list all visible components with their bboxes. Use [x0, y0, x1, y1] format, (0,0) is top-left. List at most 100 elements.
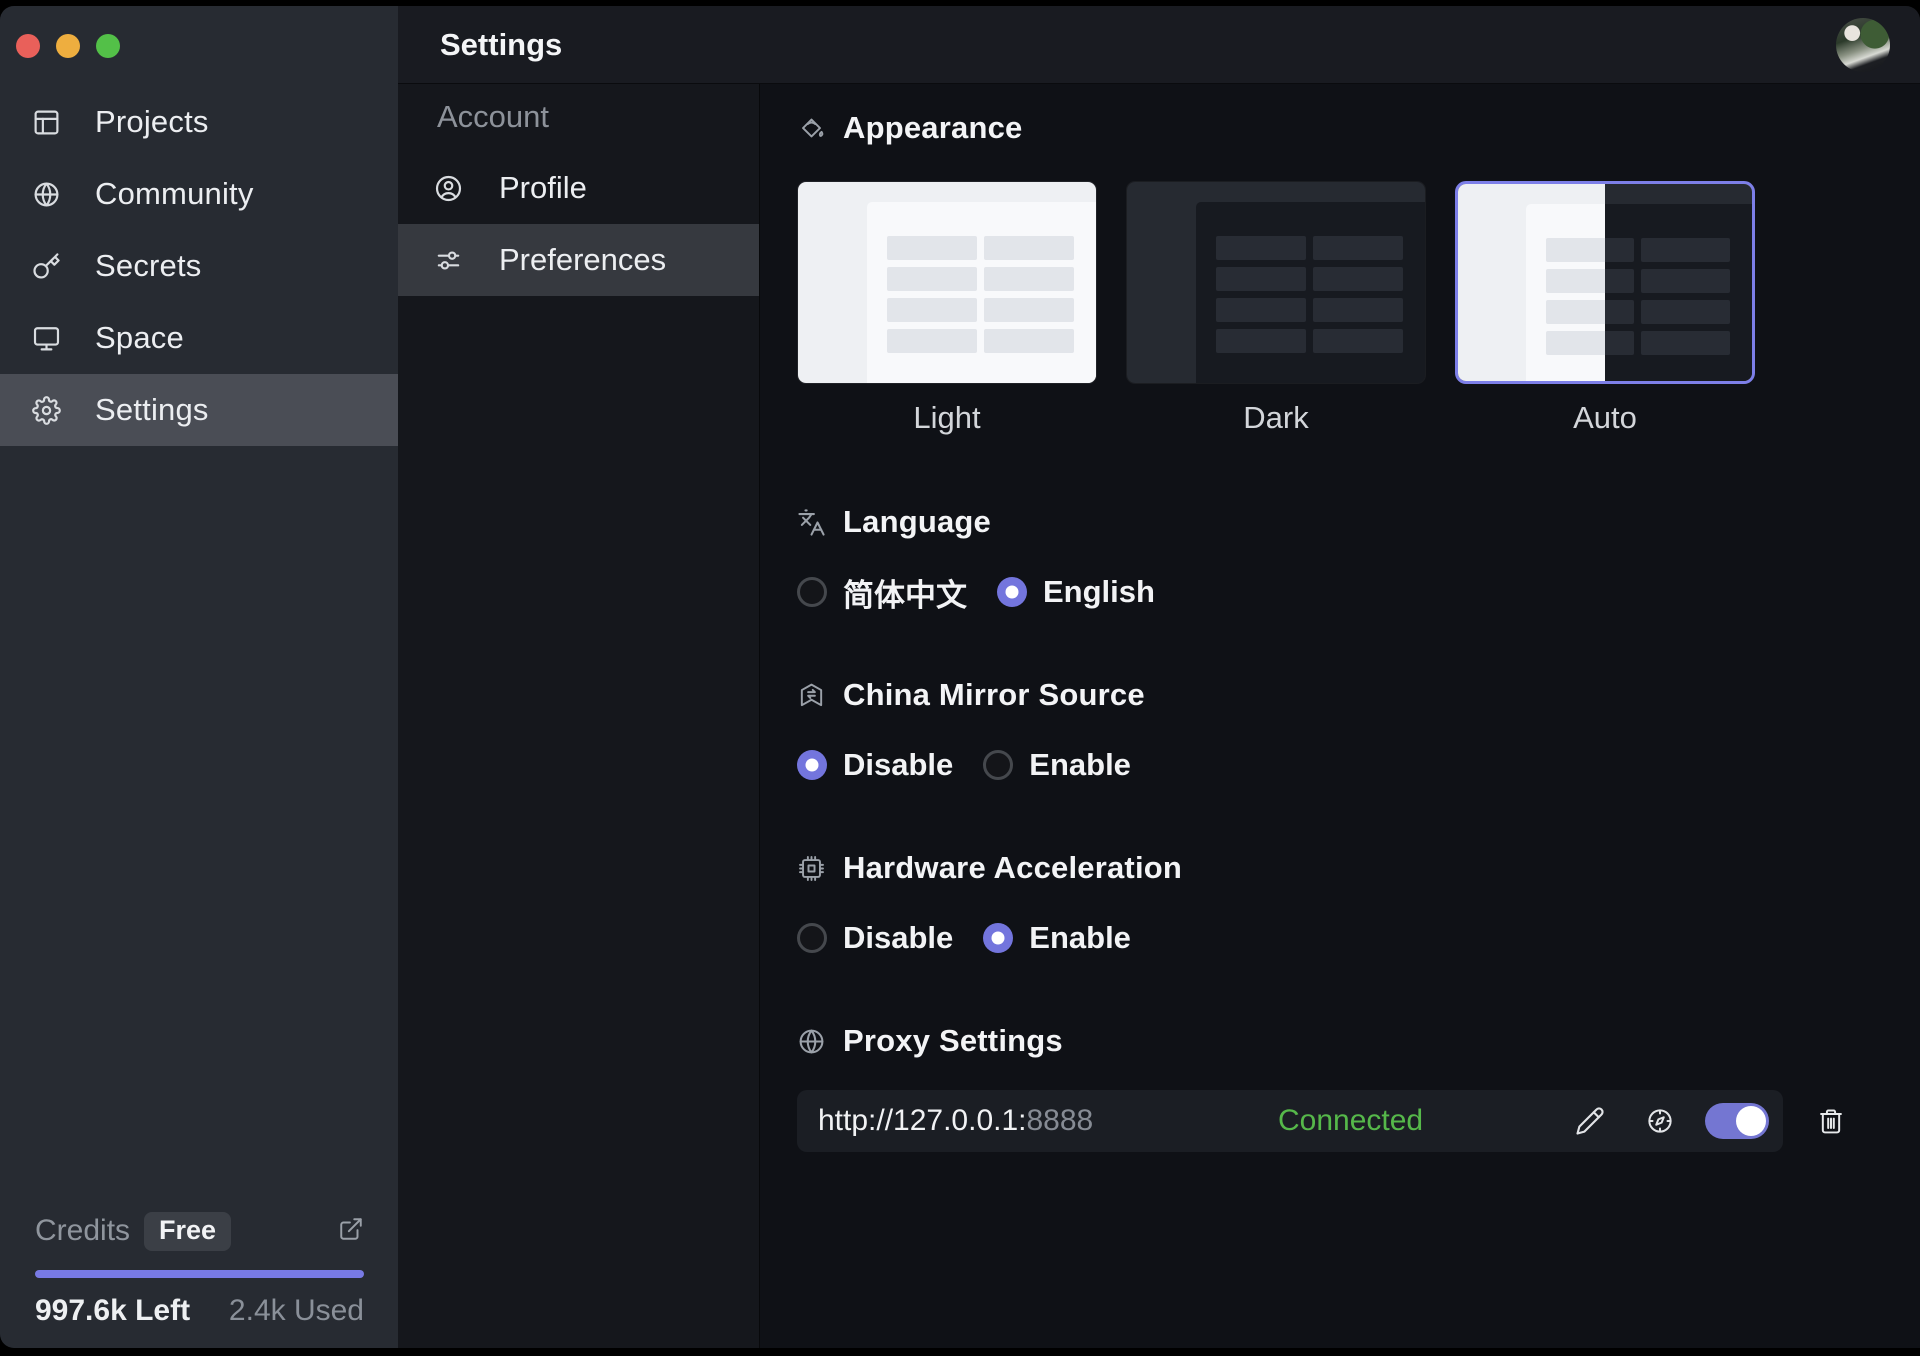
- appearance-header: Appearance: [797, 109, 1845, 147]
- theme-option-auto[interactable]: Auto: [1455, 181, 1755, 438]
- credits-progress-bar: [35, 1270, 364, 1278]
- globe-icon: [797, 1027, 826, 1056]
- mirror-source-icon: [797, 681, 826, 710]
- radio-circle[interactable]: [797, 923, 827, 953]
- language-header: Language: [797, 503, 1845, 541]
- theme-preview-auto: [1455, 181, 1755, 384]
- radio-label: Enable: [1029, 747, 1131, 783]
- titlebar: Settings: [398, 6, 1920, 84]
- hardware-acceleration-options: Disable Enable: [797, 919, 1845, 957]
- sidebar-item-label: Space: [95, 320, 184, 356]
- radio-label: Disable: [843, 747, 953, 783]
- radio-label: Enable: [1029, 920, 1131, 956]
- radio-circle-selected[interactable]: [997, 577, 1027, 607]
- radio-option-hw-enable[interactable]: Enable: [983, 920, 1131, 956]
- theme-option-light[interactable]: Light: [797, 181, 1097, 438]
- china-mirror-options: Disable Enable: [797, 746, 1845, 784]
- plan-badge: Free: [144, 1212, 231, 1251]
- theme-preview-dark: [1126, 181, 1426, 384]
- sidebar-item-label: Community: [95, 176, 254, 212]
- page-title: Settings: [440, 27, 562, 63]
- test-proxy-button[interactable]: [1645, 1106, 1675, 1136]
- gear-icon: [32, 396, 61, 425]
- proxy-url-value: http://127.0.0.1:8888: [818, 1104, 1278, 1138]
- radio-label: 简体中文: [843, 570, 967, 615]
- compass-icon: [1645, 1106, 1675, 1136]
- radio-circle[interactable]: [797, 577, 827, 607]
- globe-icon: [32, 180, 61, 209]
- minimize-window-button[interactable]: [56, 34, 80, 58]
- user-avatar[interactable]: [1836, 18, 1890, 72]
- theme-preview-light: [797, 181, 1097, 384]
- zoom-window-button[interactable]: [96, 34, 120, 58]
- window-controls: [0, 6, 398, 86]
- theme-label: Auto: [1455, 400, 1755, 438]
- user-circle-icon: [434, 174, 463, 203]
- close-window-button[interactable]: [16, 34, 40, 58]
- delete-proxy-button[interactable]: [1817, 1107, 1845, 1135]
- cpu-icon: [797, 854, 826, 883]
- trash-icon: [1817, 1107, 1845, 1135]
- content-region: Settings Account Profile Preferences: [398, 6, 1920, 1348]
- radio-label: Disable: [843, 920, 953, 956]
- theme-option-dark[interactable]: Dark: [1126, 181, 1426, 438]
- sidebar-item-community[interactable]: Community: [0, 158, 398, 230]
- section-title: Proxy Settings: [843, 1023, 1063, 1059]
- subnav-item-profile[interactable]: Profile: [398, 152, 759, 224]
- radio-label: English: [1043, 574, 1155, 610]
- sidebar-item-space[interactable]: Space: [0, 302, 398, 374]
- paint-bucket-icon: [797, 114, 826, 143]
- edit-proxy-button[interactable]: [1575, 1106, 1605, 1136]
- preferences-panel: Appearance Light Dark: [760, 84, 1920, 1348]
- radio-option-mirror-disable[interactable]: Disable: [797, 747, 953, 783]
- subnav-item-label: Profile: [499, 170, 587, 206]
- sidebar-item-label: Secrets: [95, 248, 202, 284]
- monitor-icon: [32, 324, 61, 353]
- subnav-section-label: Account: [398, 96, 759, 138]
- radio-circle-selected[interactable]: [983, 923, 1013, 953]
- sidebar-nav: Projects Community Secrets Space Setting…: [0, 86, 398, 446]
- external-link-icon[interactable]: [338, 1216, 364, 1247]
- proxy-status-badge: Connected: [1278, 1104, 1575, 1138]
- languages-icon: [797, 508, 826, 537]
- theme-options: Light Dark Auto: [797, 181, 1845, 438]
- sidebar-item-secrets[interactable]: Secrets: [0, 230, 398, 302]
- radio-option-hw-disable[interactable]: Disable: [797, 920, 953, 956]
- key-icon: [32, 252, 61, 281]
- proxy-entry-row: http://127.0.0.1:8888 Connected: [797, 1090, 1783, 1152]
- radio-option-english[interactable]: English: [997, 574, 1155, 610]
- credits-label: Credits: [35, 1214, 130, 1248]
- radio-option-mirror-enable[interactable]: Enable: [983, 747, 1131, 783]
- section-title: Appearance: [843, 110, 1022, 146]
- sidebar-item-settings[interactable]: Settings: [0, 374, 398, 446]
- language-options: 简体中文 English: [797, 573, 1845, 611]
- theme-label: Dark: [1126, 400, 1426, 438]
- app-window: Projects Community Secrets Space Setting…: [0, 6, 1920, 1348]
- proxy-port-value: 8888: [1027, 1104, 1094, 1137]
- sidebar-item-projects[interactable]: Projects: [0, 86, 398, 158]
- credits-used-value: 2.4k Used: [229, 1294, 364, 1328]
- section-title: China Mirror Source: [843, 677, 1145, 713]
- toggle-knob: [1736, 1106, 1766, 1136]
- theme-label: Light: [797, 400, 1097, 438]
- proxy-toggle-on[interactable]: [1705, 1103, 1769, 1139]
- sidebar-item-label: Settings: [95, 392, 209, 428]
- section-title: Hardware Acceleration: [843, 850, 1182, 886]
- credits-panel: Credits Free 997.6k Left 2.4k Used: [0, 1210, 398, 1348]
- proxy-settings-header: Proxy Settings: [797, 1022, 1845, 1060]
- credits-left-value: 997.6k Left: [35, 1294, 190, 1328]
- sidebar-item-label: Projects: [95, 104, 209, 140]
- hardware-acceleration-header: Hardware Acceleration: [797, 849, 1845, 887]
- panels-icon: [32, 108, 61, 137]
- radio-option-chinese[interactable]: 简体中文: [797, 570, 967, 615]
- pencil-icon: [1575, 1106, 1605, 1136]
- sliders-icon: [434, 246, 463, 275]
- sidebar: Projects Community Secrets Space Setting…: [0, 6, 398, 1348]
- subnav-item-label: Preferences: [499, 242, 666, 278]
- radio-circle-selected[interactable]: [797, 750, 827, 780]
- china-mirror-header: China Mirror Source: [797, 676, 1845, 714]
- subnav-item-preferences[interactable]: Preferences: [398, 224, 759, 296]
- section-title: Language: [843, 504, 991, 540]
- settings-subnav: Account Profile Preferences: [398, 84, 760, 1348]
- radio-circle[interactable]: [983, 750, 1013, 780]
